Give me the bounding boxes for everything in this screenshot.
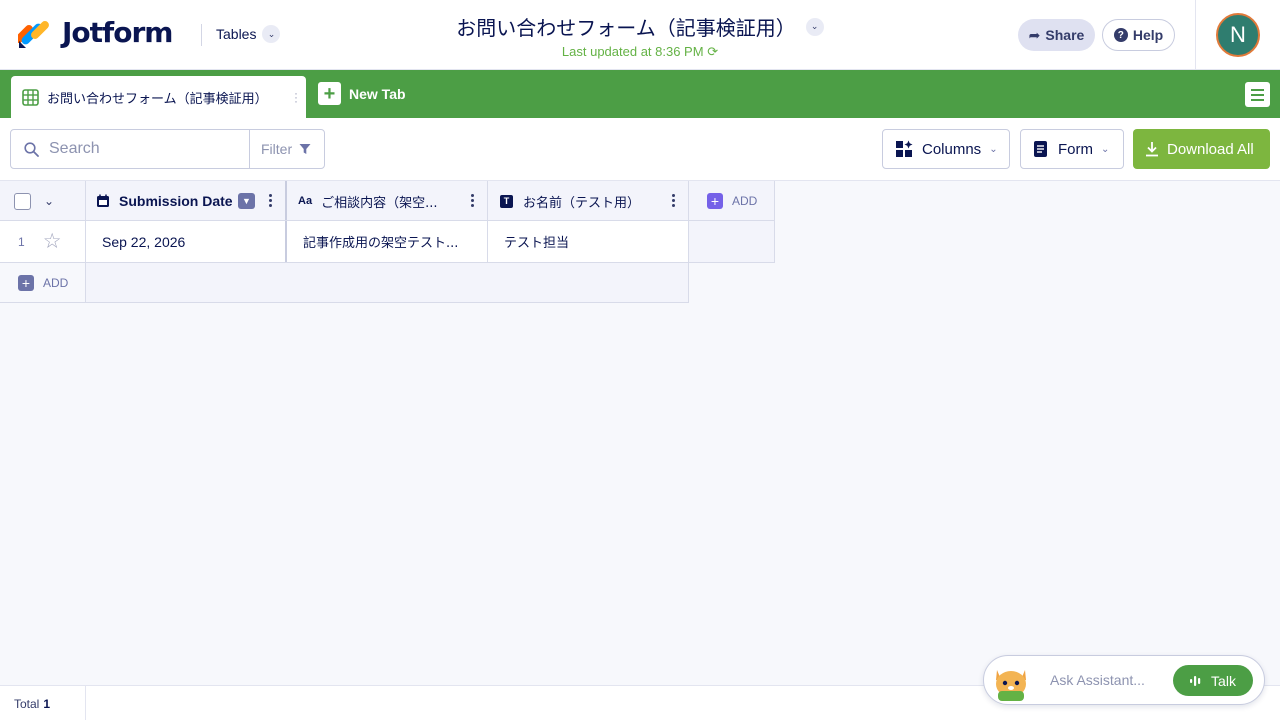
tab-active[interactable]: お問い合わせフォーム（記事検証用） · · · [11,76,306,118]
table-cell[interactable]: Sep 22, 2026 [86,221,287,262]
ask-assistant-placeholder[interactable]: Ask Assistant... [1050,672,1145,688]
download-label: Download All [1167,140,1254,158]
last-updated-label: Last updated at 8:36 PM [561,44,704,59]
column-menu-icon[interactable] [471,194,475,207]
filter-button[interactable]: Filter [249,129,325,169]
form-document-icon [1034,141,1047,157]
ai-assistant-bar[interactable]: Ask Assistant... Talk [983,655,1265,705]
help-label: Help [1132,27,1164,43]
total-count: Total 1 [0,686,86,720]
columns-icon [896,140,913,157]
calendar-icon [97,194,109,207]
column-label: お名前（テスト用） [523,195,641,211]
column-menu-icon[interactable] [672,194,676,207]
search-placeholder: Search [49,140,100,157]
text-aa-icon: Aa [298,195,313,207]
talk-button[interactable]: Talk [1173,665,1253,696]
form-label: Form [1058,140,1093,158]
row-divider-line [0,302,689,303]
chevron-down-icon[interactable]: ⌄ [44,194,54,208]
avatar[interactable]: N [1216,13,1260,57]
table-cell[interactable]: テスト担当 [488,221,689,262]
chevron-down-icon[interactable]: ⌄ [805,17,824,36]
page-title: お問い合わせフォーム（記事検証用） [456,16,796,40]
empty-cell [689,221,775,262]
toolbar: Search Filter Columns ⌄ Form ⌄ Download … [0,118,1280,181]
download-icon [1146,142,1158,157]
table-cell[interactable]: 記事作成用の架空テスト... [287,221,488,262]
total-label: Total [14,696,40,711]
voice-bars-icon [1190,675,1201,686]
chevron-down-icon: ⌄ [1101,143,1110,155]
hamburger-menu-icon[interactable] [1245,82,1270,107]
tab-options-icon[interactable]: · · · [294,87,298,107]
add-row-area[interactable] [86,263,689,302]
column-header-name[interactable]: T お名前（テスト用） [488,181,689,221]
talk-label: Talk [1211,672,1236,689]
help-question-icon: ? [1113,28,1128,42]
column-header-consultation[interactable]: Aa ご相談内容（架空... [287,181,488,221]
columns-button[interactable]: Columns ⌄ [882,129,1010,169]
total-value: 1 [43,696,51,711]
assistant-cat-avatar-icon [996,670,1026,701]
search-icon [24,141,39,157]
chevron-down-icon: ⌄ [989,143,998,155]
pin-icon[interactable]: ▼ [238,193,255,209]
column-header-submission-date[interactable]: Submission Date ▼ [86,181,287,221]
app-header: Jotform Tables ⌄ お問い合わせフォーム（記事検証用） ⌄ Las… [0,0,1280,70]
refresh-icon: ⟳ [707,44,719,59]
form-title[interactable]: お問い合わせフォーム（記事検証用） ⌄ [456,12,824,41]
add-row-button[interactable]: + ADD [0,263,86,302]
add-column-button[interactable]: + ADD [689,181,775,221]
add-plus-icon: + [18,274,34,291]
help-button[interactable]: ? Help [1102,19,1175,51]
form-button[interactable]: Form ⌄ [1020,129,1124,169]
star-icon[interactable]: ☆ [43,229,62,254]
select-all-checkbox[interactable] [14,192,31,210]
text-t-icon: T [500,194,513,208]
share-button[interactable]: ➦ Share [1018,19,1095,51]
column-menu-icon[interactable] [269,194,273,207]
add-column-label: ADD [732,194,758,208]
share-label: Share [1045,27,1085,43]
add-row-label: ADD [43,275,69,290]
search-input[interactable]: Search [10,129,250,169]
select-all-header: ⌄ [0,181,86,221]
download-all-button[interactable]: Download All [1133,129,1270,169]
tab-label: お問い合わせフォーム（記事検証用） [47,91,268,107]
column-label: ご相談内容（架空... [321,195,438,211]
filter-funnel-icon [299,144,311,154]
new-tab-label: New Tab [349,85,406,102]
column-label: Submission Date [119,193,233,209]
columns-label: Columns [922,140,982,158]
plus-icon: + [318,82,341,105]
new-tab-button[interactable]: + New Tab [318,82,406,105]
share-arrow-icon: ➦ [1028,26,1041,43]
tab-bar: お問い合わせフォーム（記事検証用） · · · + New Tab [0,70,1280,118]
row-number: 1 [18,234,25,249]
row-number-cell: 1 ☆ [0,221,86,262]
filter-label: Filter [261,141,293,157]
add-plus-icon: + [707,193,723,209]
header-divider-right [1195,0,1196,70]
table-grid-icon [22,88,39,106]
